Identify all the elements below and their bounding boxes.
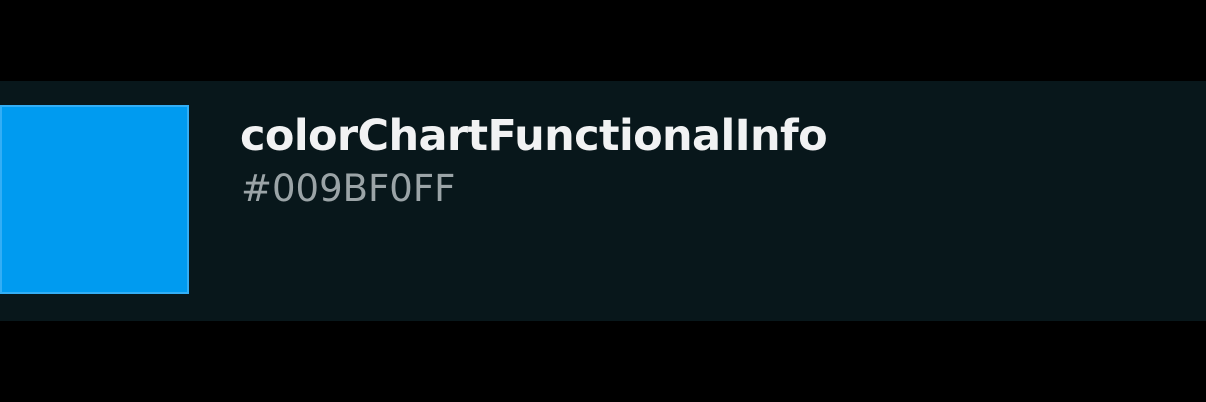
color-token-row: colorChartFunctionalInfo #009BF0FF (0, 81, 1206, 321)
token-hex-value: #009BF0FF (241, 167, 456, 210)
token-name: colorChartFunctionalInfo (240, 111, 828, 161)
color-swatch (0, 105, 189, 294)
